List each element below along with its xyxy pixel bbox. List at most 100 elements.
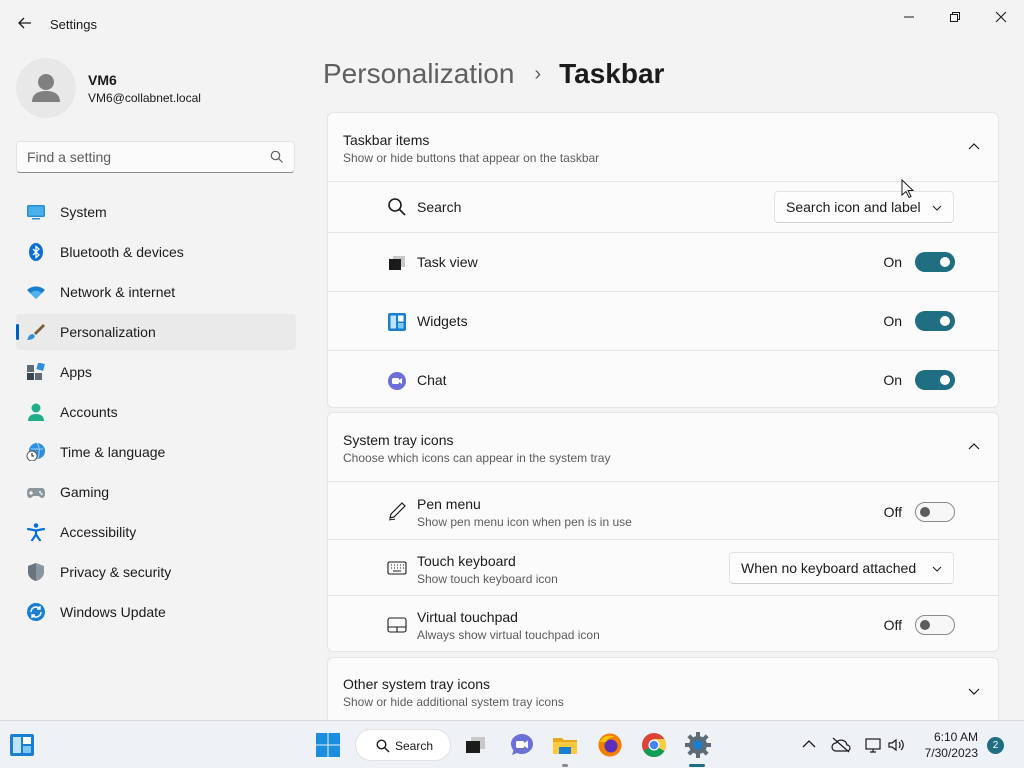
taskbar-items-header[interactable]: Taskbar items Show or hide buttons that … bbox=[328, 113, 998, 181]
taskbar-search[interactable]: Search bbox=[355, 729, 451, 761]
page-title: Taskbar bbox=[559, 58, 665, 89]
toggle-state-text: Off bbox=[883, 617, 902, 633]
pen-menu-toggle[interactable] bbox=[915, 502, 955, 522]
sidebar-item-apps[interactable]: Apps bbox=[16, 354, 296, 390]
system-tray-header[interactable]: System tray icons Choose which icons can… bbox=[328, 413, 998, 481]
accounts-icon bbox=[28, 403, 44, 421]
search-icon[interactable] bbox=[270, 150, 284, 164]
chrome-icon[interactable] bbox=[640, 731, 668, 759]
brush-icon bbox=[27, 324, 45, 340]
chat-row: Chat On bbox=[328, 350, 998, 409]
sidebar-item-gaming[interactable]: Gaming bbox=[16, 474, 296, 510]
section-title: Taskbar items bbox=[343, 132, 430, 148]
other-tray-card[interactable]: Other system tray icons Show or hide add… bbox=[327, 657, 999, 720]
chat-label: Chat bbox=[417, 372, 447, 388]
user-email: VM6@collabnet.local bbox=[88, 91, 201, 105]
touch-keyboard-description: Show touch keyboard icon bbox=[417, 572, 558, 586]
back-button[interactable] bbox=[14, 12, 36, 34]
system-icon bbox=[27, 205, 45, 220]
chevron-down-icon bbox=[932, 205, 942, 211]
chat-icon bbox=[388, 372, 406, 390]
file-explorer-icon[interactable] bbox=[551, 731, 579, 759]
restore-icon bbox=[950, 12, 960, 22]
sidebar-item-time-language[interactable]: Time & language bbox=[16, 434, 296, 470]
chevron-up-icon[interactable] bbox=[968, 441, 980, 453]
accessibility-icon bbox=[26, 523, 46, 541]
update-icon bbox=[27, 603, 45, 621]
shield-icon bbox=[28, 563, 44, 581]
minimize-icon bbox=[904, 16, 914, 18]
bluetooth-icon bbox=[29, 243, 43, 261]
chat-icon[interactable] bbox=[508, 731, 536, 759]
sidebar-nav: System Bluetooth & devices Network & int… bbox=[16, 194, 296, 634]
sidebar-item-label: Time & language bbox=[60, 444, 166, 460]
section-title: System tray icons bbox=[343, 432, 454, 448]
search-mode-dropdown[interactable]: Search icon and label bbox=[774, 191, 954, 223]
pen-icon bbox=[388, 502, 406, 521]
sidebar-item-label: Privacy & security bbox=[60, 564, 172, 580]
clock[interactable]: 6:10 AM 7/30/2023 bbox=[900, 730, 978, 760]
running-indicator bbox=[562, 764, 568, 767]
globe-clock-icon bbox=[26, 443, 45, 461]
mouse-cursor-icon bbox=[901, 179, 915, 199]
touch-keyboard-dropdown[interactable]: When no keyboard attached bbox=[729, 552, 954, 584]
notification-badge[interactable]: 2 bbox=[987, 737, 1004, 754]
pen-menu-row: Pen menu Show pen menu icon when pen is … bbox=[328, 481, 998, 539]
start-icon[interactable] bbox=[314, 731, 342, 759]
back-arrow-icon bbox=[18, 17, 31, 29]
firefox-icon[interactable] bbox=[596, 731, 624, 759]
chevron-up-icon[interactable] bbox=[968, 141, 980, 153]
widgets-row: Widgets On bbox=[328, 291, 998, 350]
network-icon[interactable] bbox=[863, 736, 883, 754]
pen-menu-description: Show pen menu icon when pen is in use bbox=[417, 515, 632, 529]
task-view-toggle[interactable] bbox=[915, 252, 955, 272]
search-icon bbox=[376, 739, 390, 753]
section-subtitle: Choose which icons can appear in the sys… bbox=[343, 451, 611, 465]
dropdown-value: When no keyboard attached bbox=[741, 560, 917, 576]
task-view-label: Task view bbox=[417, 254, 478, 270]
widgets-taskbar-icon[interactable] bbox=[9, 731, 37, 759]
sidebar-item-label: Apps bbox=[60, 364, 92, 380]
widgets-toggle[interactable] bbox=[915, 311, 955, 331]
keyboard-icon bbox=[387, 561, 407, 575]
chevron-up-icon[interactable] bbox=[802, 738, 816, 750]
sidebar-item-windows-update[interactable]: Windows Update bbox=[16, 594, 296, 630]
avatar[interactable] bbox=[16, 58, 76, 118]
breadcrumb-parent[interactable]: Personalization bbox=[323, 58, 514, 90]
touch-keyboard-row: Touch keyboard Show touch keyboard icon … bbox=[328, 539, 998, 595]
sidebar-item-personalization[interactable]: Personalization bbox=[16, 314, 296, 350]
sidebar-item-label: Network & internet bbox=[60, 284, 176, 300]
sidebar-item-label: Accessibility bbox=[60, 524, 137, 540]
maximize-button[interactable] bbox=[932, 6, 978, 28]
touchpad-icon bbox=[387, 617, 407, 633]
sidebar-item-accounts[interactable]: Accounts bbox=[16, 394, 296, 430]
breadcrumb: Personalization › Taskbar bbox=[323, 58, 664, 90]
minimize-button[interactable] bbox=[886, 6, 932, 28]
chevron-down-icon bbox=[932, 566, 942, 572]
settings-gear-icon[interactable] bbox=[684, 731, 712, 759]
task-view-icon[interactable] bbox=[462, 731, 490, 759]
sidebar-item-system[interactable]: System bbox=[16, 194, 296, 230]
close-icon bbox=[995, 11, 1007, 23]
chat-toggle[interactable] bbox=[915, 370, 955, 390]
app-title: Settings bbox=[50, 17, 97, 32]
sidebar-item-bluetooth[interactable]: Bluetooth & devices bbox=[16, 234, 296, 270]
search-input[interactable] bbox=[27, 142, 267, 172]
virtual-touchpad-toggle[interactable] bbox=[915, 615, 955, 635]
pen-menu-label: Pen menu bbox=[417, 496, 481, 512]
user-name: VM6 bbox=[88, 72, 117, 88]
close-button[interactable] bbox=[978, 6, 1024, 28]
sidebar-item-network[interactable]: Network & internet bbox=[16, 274, 296, 310]
clock-time: 6:10 AM bbox=[933, 730, 978, 744]
chevron-down-icon[interactable] bbox=[968, 685, 980, 697]
apps-icon bbox=[27, 363, 45, 380]
sidebar-item-privacy-security[interactable]: Privacy & security bbox=[16, 554, 296, 590]
task-view-row: Task view On bbox=[328, 232, 998, 291]
sidebar-item-label: Personalization bbox=[60, 324, 156, 340]
sidebar-item-label: System bbox=[60, 204, 107, 220]
sidebar-item-accessibility[interactable]: Accessibility bbox=[16, 514, 296, 550]
virtual-touchpad-row: Virtual touchpad Always show virtual tou… bbox=[328, 595, 998, 653]
widgets-icon bbox=[388, 313, 406, 331]
cloud-offline-icon[interactable] bbox=[831, 736, 851, 754]
taskbar-items-card: Taskbar items Show or hide buttons that … bbox=[327, 112, 999, 408]
